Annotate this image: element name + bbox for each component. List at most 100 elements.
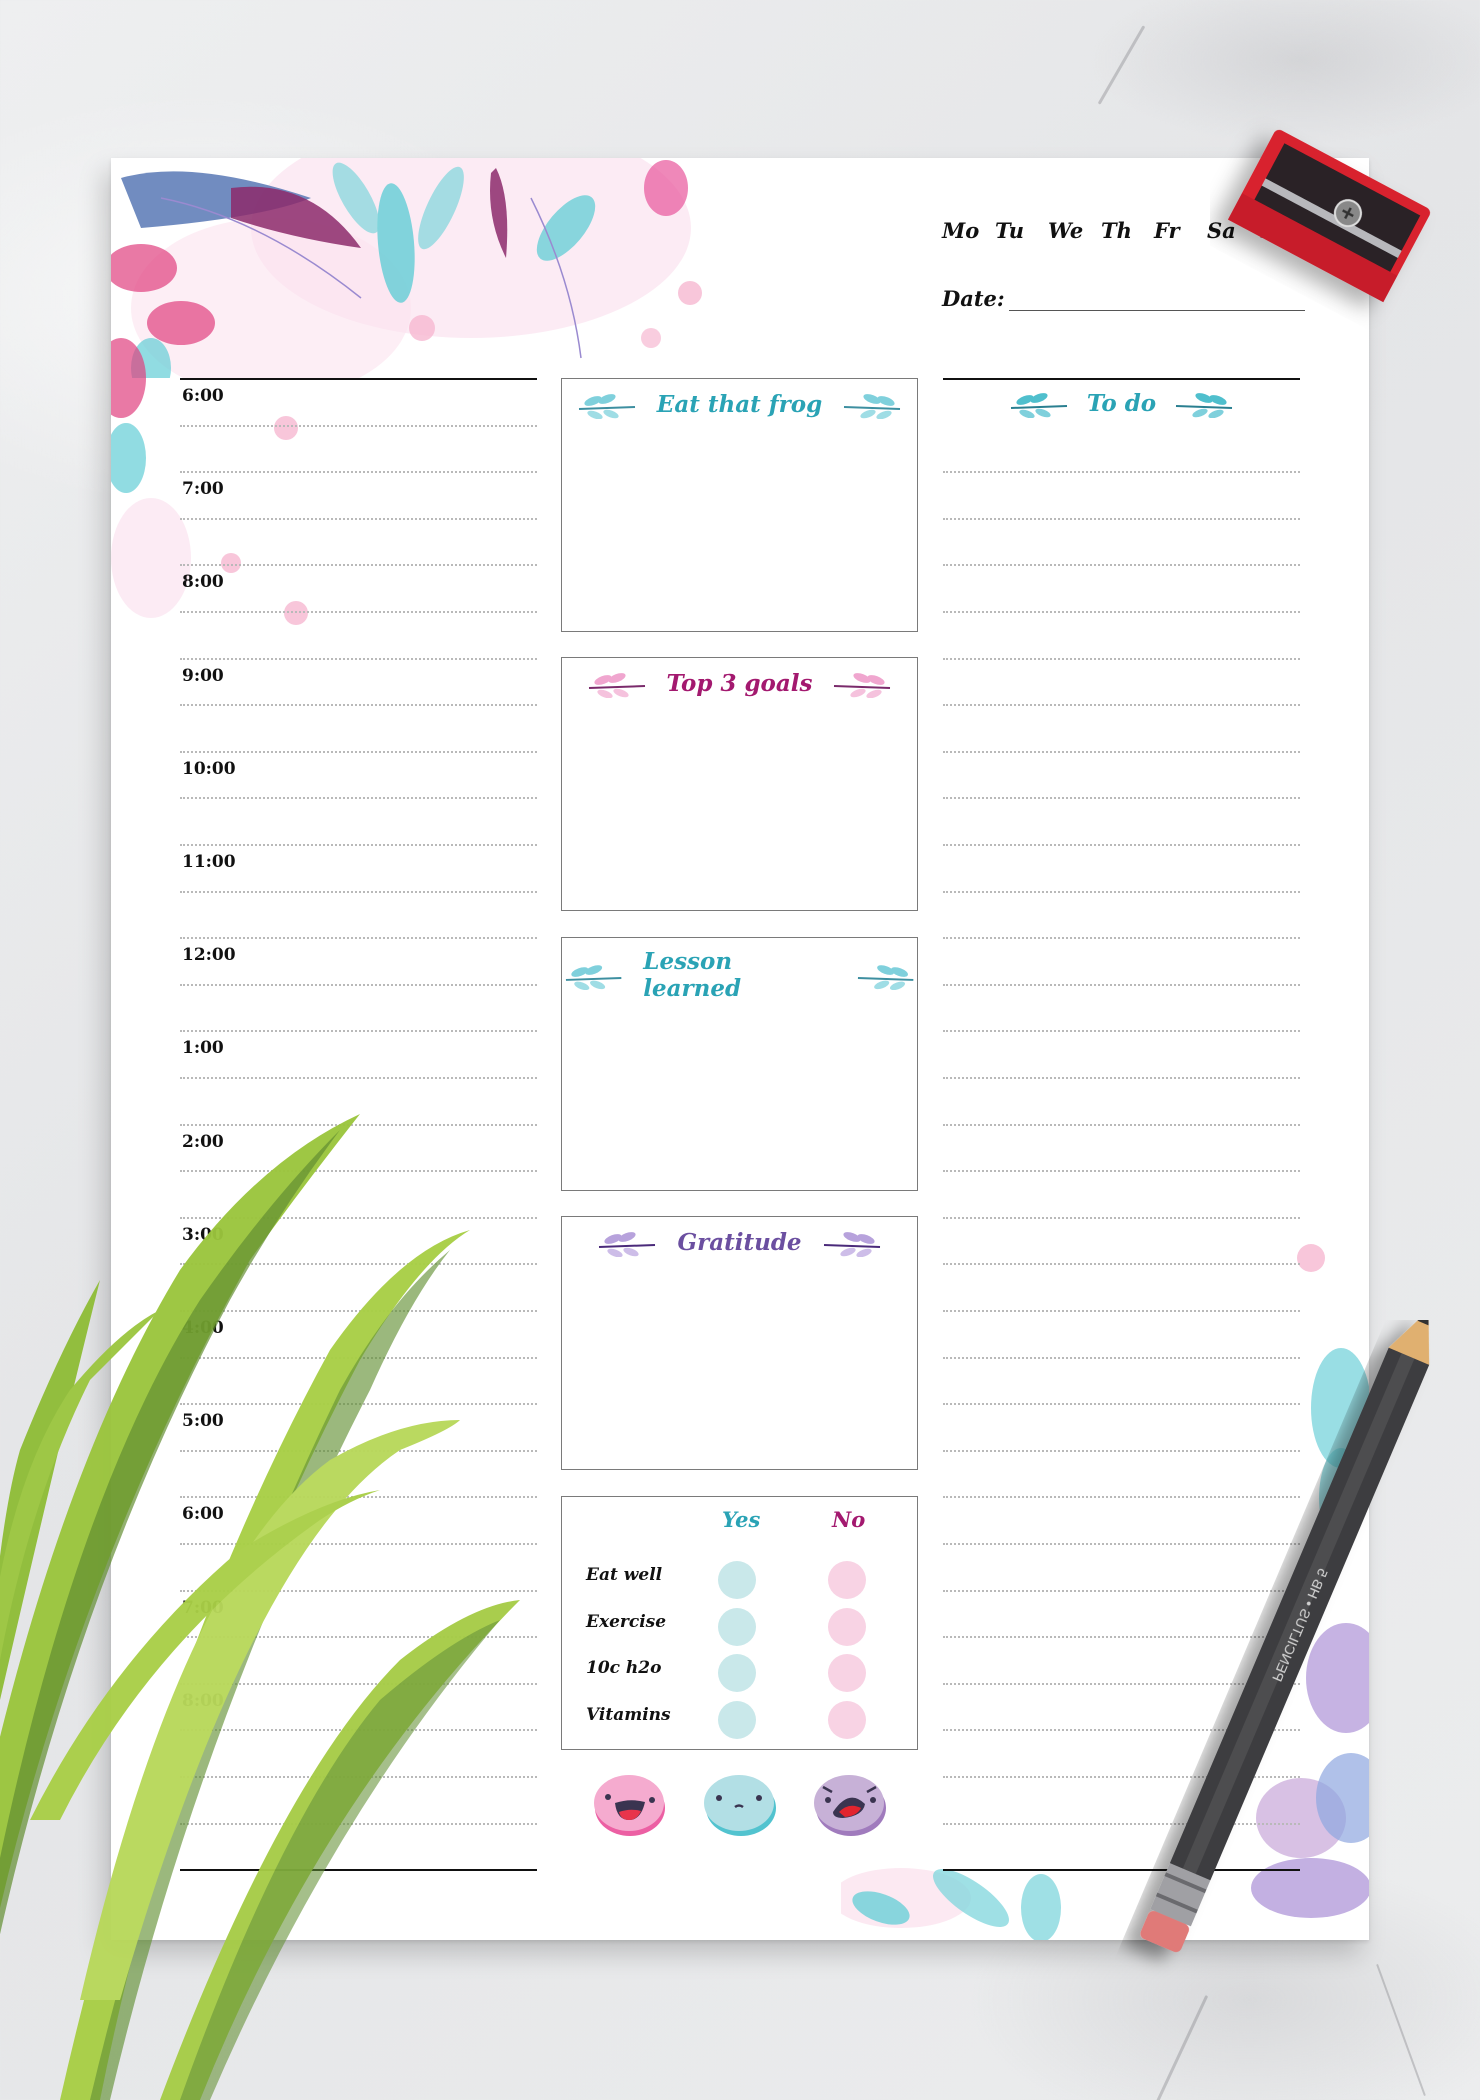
yes-checkbox[interactable]	[718, 1561, 756, 1599]
schedule-line[interactable]	[180, 517, 537, 520]
teal-sprig-icon	[1010, 393, 1067, 418]
no-column-label: No	[832, 1507, 866, 1532]
todo-line[interactable]	[943, 937, 1300, 940]
todo-line[interactable]	[943, 611, 1300, 613]
time-label: 5:00	[182, 1411, 224, 1432]
teal-sprig-icon	[578, 394, 635, 419]
todo-line[interactable]	[943, 517, 1300, 520]
box-header: Gratitude	[562, 1227, 917, 1257]
no-checkbox[interactable]	[828, 1654, 866, 1692]
day-friday[interactable]: Fr	[1154, 218, 1207, 243]
eat-that-frog-box[interactable]: Eat that frog	[561, 378, 918, 632]
lesson-learned-box[interactable]: Lesson learned	[561, 937, 918, 1191]
todo-line[interactable]	[943, 1682, 1300, 1685]
day-sunday[interactable]: Su	[1260, 218, 1313, 243]
todo-line[interactable]	[943, 1729, 1300, 1732]
schedule-line[interactable]	[180, 1496, 537, 1499]
top-3-goals-box[interactable]: Top 3 goals	[561, 657, 918, 911]
box-title: Lesson learned	[643, 948, 742, 1002]
schedule-line[interactable]	[180, 704, 537, 707]
todo-line[interactable]	[943, 1449, 1300, 1452]
schedule-line[interactable]	[180, 1449, 537, 1452]
schedule-line[interactable]	[180, 1776, 537, 1778]
schedule-line[interactable]	[180, 1170, 537, 1173]
schedule-line[interactable]	[180, 1123, 537, 1126]
neutral-face-icon[interactable]	[703, 1770, 777, 1838]
habit-label: 10c h2o	[586, 1658, 662, 1678]
todo-line[interactable]	[943, 1636, 1300, 1639]
schedule-line[interactable]	[180, 424, 537, 427]
schedule-line[interactable]	[180, 1543, 537, 1545]
todo-line[interactable]	[943, 1030, 1300, 1033]
day-tuesday[interactable]: Tu	[995, 218, 1048, 243]
schedule-line[interactable]	[180, 1216, 537, 1219]
yes-checkbox[interactable]	[718, 1654, 756, 1692]
schedule-line[interactable]	[180, 1589, 537, 1592]
schedule-line[interactable]	[180, 1403, 537, 1406]
todo-line[interactable]	[943, 704, 1300, 707]
happy-face-icon[interactable]	[593, 1770, 667, 1838]
todo-line[interactable]	[943, 1822, 1300, 1825]
schedule-line[interactable]	[180, 937, 537, 940]
day-wednesday[interactable]: We	[1048, 218, 1101, 243]
todo-line[interactable]	[943, 1123, 1300, 1126]
todo-line[interactable]	[943, 1310, 1300, 1312]
todo-line[interactable]	[943, 844, 1300, 846]
schedule-line[interactable]	[180, 611, 537, 613]
schedule-line[interactable]	[180, 1682, 537, 1685]
yes-checkbox[interactable]	[718, 1608, 756, 1646]
box-header: Lesson learned	[562, 948, 917, 1002]
todo-line[interactable]	[943, 1589, 1300, 1592]
time-label: 7:00	[182, 1597, 224, 1618]
todo-line[interactable]	[943, 1776, 1300, 1778]
date-row: Date:	[942, 286, 1305, 311]
todo-line[interactable]	[943, 797, 1300, 800]
pink-sprig-icon	[834, 673, 891, 698]
todo-line[interactable]	[943, 1170, 1300, 1173]
no-checkbox[interactable]	[828, 1608, 866, 1646]
schedule-line[interactable]	[180, 1030, 537, 1033]
angry-face-icon[interactable]	[813, 1770, 887, 1838]
todo-line[interactable]	[943, 750, 1300, 753]
schedule-line[interactable]	[180, 471, 537, 474]
schedule-line[interactable]	[180, 1636, 537, 1639]
habit-label: Exercise	[586, 1612, 667, 1632]
todo-line[interactable]	[943, 1496, 1300, 1499]
schedule-line[interactable]	[180, 844, 537, 846]
todo-line[interactable]	[943, 1356, 1300, 1359]
floral-decoration-left	[111, 338, 191, 618]
todo-line[interactable]	[943, 1216, 1300, 1219]
todo-line[interactable]	[943, 471, 1300, 474]
date-field[interactable]	[1008, 289, 1305, 311]
gratitude-box[interactable]: Gratitude	[561, 1216, 918, 1470]
schedule-line[interactable]	[180, 750, 537, 753]
no-checkbox[interactable]	[828, 1561, 866, 1599]
todo-line[interactable]	[943, 1077, 1300, 1079]
todo-line[interactable]	[943, 1543, 1300, 1545]
purple-sprig-icon	[599, 1232, 656, 1257]
todo-line[interactable]	[943, 983, 1300, 986]
schedule-line[interactable]	[180, 983, 537, 986]
schedule-line[interactable]	[180, 890, 537, 893]
box-header: Top 3 goals	[562, 668, 917, 698]
schedule-line[interactable]	[180, 564, 537, 567]
schedule-line[interactable]	[180, 1310, 537, 1312]
todo-line[interactable]	[943, 657, 1300, 660]
schedule-line[interactable]	[180, 1356, 537, 1359]
todo-line[interactable]	[943, 890, 1300, 893]
day-thursday[interactable]: Th	[1101, 218, 1154, 243]
todo-line[interactable]	[943, 1263, 1300, 1266]
no-checkbox[interactable]	[828, 1701, 866, 1739]
schedule-line[interactable]	[180, 1729, 537, 1732]
schedule-line[interactable]	[180, 657, 537, 660]
schedule-line[interactable]	[180, 1077, 537, 1079]
todo-line[interactable]	[943, 564, 1300, 567]
day-saturday[interactable]: Sa	[1207, 218, 1260, 243]
day-monday[interactable]: Mo	[942, 218, 995, 243]
yes-checkbox[interactable]	[718, 1701, 756, 1739]
schedule-top-rule	[180, 378, 537, 380]
schedule-line[interactable]	[180, 797, 537, 800]
todo-line[interactable]	[943, 1403, 1300, 1406]
schedule-line[interactable]	[180, 1822, 537, 1825]
schedule-line[interactable]	[180, 1263, 537, 1266]
